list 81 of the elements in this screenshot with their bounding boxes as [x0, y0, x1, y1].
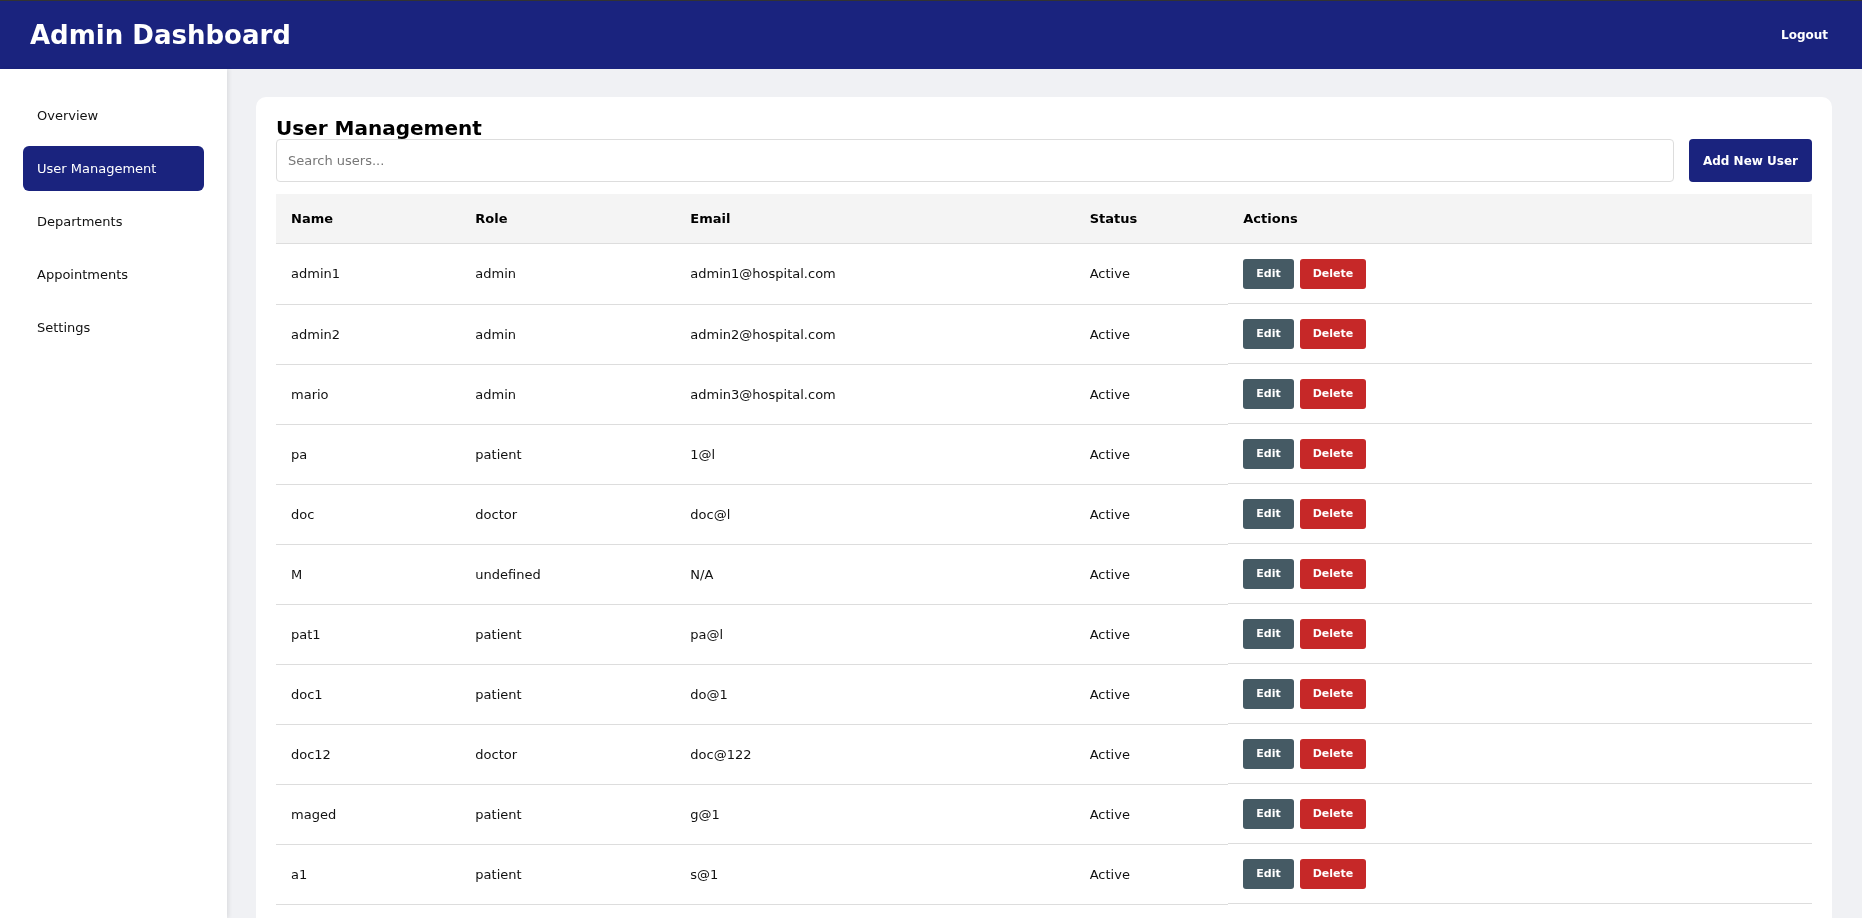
column-header: Name [276, 194, 461, 244]
table-cell: mario [276, 364, 461, 424]
table-cell: doc12 [276, 724, 461, 784]
delete-button[interactable]: Delete [1299, 378, 1367, 409]
table-cell: N/A [675, 544, 1075, 604]
sidebar-item[interactable]: Overview [23, 93, 204, 138]
column-header: Actions [1228, 194, 1812, 244]
page-title: Admin Dashboard [30, 20, 291, 50]
table-cell: Active [1074, 844, 1229, 904]
edit-button[interactable]: Edit [1243, 558, 1294, 589]
edit-button[interactable]: Edit [1243, 318, 1294, 349]
edit-button[interactable]: Edit [1243, 738, 1294, 769]
table-cell: Active [1074, 484, 1229, 544]
table-cell: pa@l [675, 604, 1075, 664]
table-cell: admin [460, 304, 676, 364]
column-header: Role [460, 194, 676, 244]
table-cell: patient [460, 424, 676, 484]
table-cell: admin3@hospital.com [675, 364, 1075, 424]
table-cell: Active [1074, 424, 1229, 484]
table-cell: Active [1074, 724, 1229, 784]
add-user-button[interactable]: Add New User [1688, 139, 1812, 182]
table-cell: s@1 [675, 844, 1075, 904]
table-cell: patient [460, 844, 676, 904]
table-cell: g@1 [675, 784, 1075, 844]
delete-button[interactable]: Delete [1299, 558, 1367, 589]
table-cell: admin [460, 364, 676, 424]
table-cell: patient [460, 784, 676, 844]
table-cell: Active [1074, 304, 1229, 364]
table-cell: patient [460, 664, 676, 724]
edit-button[interactable]: Edit [1243, 258, 1294, 289]
table-cell: doc@122 [675, 724, 1075, 784]
table-cell: doc1 [276, 664, 461, 724]
table-cell: a1 [276, 844, 461, 904]
logout-button[interactable]: Logout [1777, 24, 1832, 46]
sidebar-item[interactable]: Departments [23, 199, 204, 244]
delete-button[interactable]: Delete [1299, 798, 1367, 829]
table-cell: maged [276, 784, 461, 844]
table-cell: admin2 [276, 304, 461, 364]
section-title: User Management [276, 117, 483, 139]
table-cell: doc [276, 484, 461, 544]
table-cell: Active [1074, 544, 1229, 604]
table-cell: admin [460, 243, 676, 304]
edit-button[interactable]: Edit [1243, 858, 1294, 889]
table-cell: 1@l [675, 424, 1075, 484]
table-cell: admin1 [276, 243, 461, 304]
delete-button[interactable]: Delete [1299, 438, 1367, 469]
sidebar-item[interactable]: Settings [23, 305, 204, 350]
edit-button[interactable]: Edit [1243, 798, 1294, 829]
delete-button[interactable]: Delete [1299, 858, 1367, 889]
table-cell: undefined [460, 544, 676, 604]
table-cell: doctor [460, 724, 676, 784]
table-cell: admin1@hospital.com [675, 243, 1075, 304]
column-header: Email [675, 194, 1075, 244]
edit-button[interactable]: Edit [1243, 438, 1294, 469]
table-cell: do@1 [675, 664, 1075, 724]
search-field[interactable]: Search users... [276, 139, 1674, 182]
table-cell: patient [460, 604, 676, 664]
table-cell: M [276, 544, 461, 604]
delete-button[interactable]: Delete [1299, 498, 1367, 529]
column-header: Status [1074, 194, 1229, 244]
table-cell: doc@l [675, 484, 1075, 544]
edit-button[interactable]: Edit [1243, 678, 1294, 709]
delete-button[interactable]: Delete [1299, 258, 1367, 289]
edit-button[interactable]: Edit [1243, 378, 1294, 409]
sidebar-item[interactable]: User Management [23, 146, 204, 191]
table-cell: pa [276, 424, 461, 484]
sidebar-item[interactable]: Appointments [23, 252, 204, 297]
table-cell: Active [1074, 784, 1229, 844]
edit-button[interactable]: Edit [1243, 498, 1294, 529]
delete-button[interactable]: Delete [1299, 318, 1367, 349]
table-cell: Active [1074, 364, 1229, 424]
table-cell: admin2@hospital.com [675, 304, 1075, 364]
delete-button[interactable]: Delete [1299, 738, 1367, 769]
table-cell: Active [1074, 664, 1229, 724]
delete-button[interactable]: Delete [1299, 678, 1367, 709]
table-cell: pat1 [276, 604, 461, 664]
table-cell: Active [1074, 243, 1229, 304]
table-cell: doctor [460, 484, 676, 544]
table-cell: Active [1074, 604, 1229, 664]
edit-button[interactable]: Edit [1243, 618, 1294, 649]
delete-button[interactable]: Delete [1299, 618, 1367, 649]
